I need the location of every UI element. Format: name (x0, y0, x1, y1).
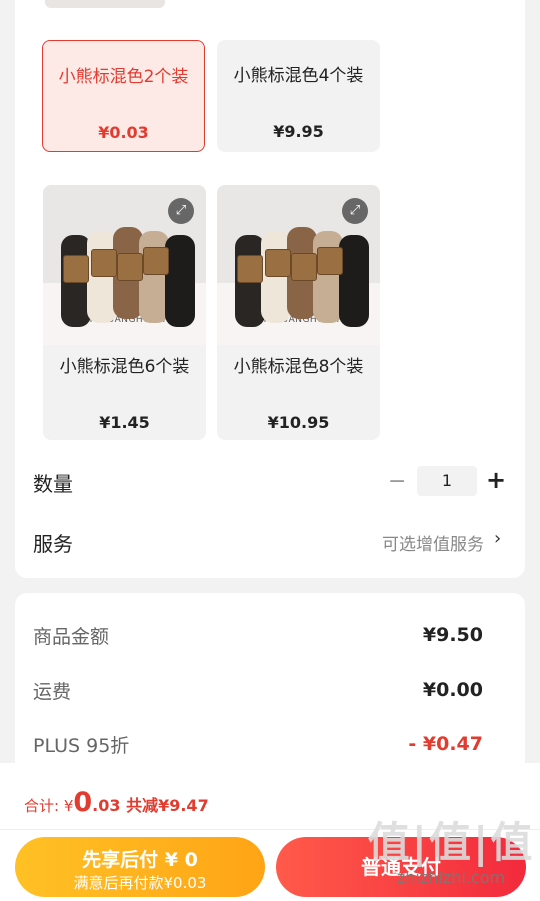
expand-icon[interactable]: ⤢ (342, 198, 368, 224)
quantity-label: 数量 (33, 472, 73, 496)
plus-discount-label: PLUS 95折 (33, 735, 130, 757)
variant-name: 小熊标混色8个装 (233, 357, 364, 377)
pay-now-button[interactable]: 普通支付 (276, 837, 526, 897)
variant-product-image: SHIGUANGHUALI ⤢ (43, 185, 206, 345)
variant-price: ¥9.95 (273, 122, 324, 141)
chevron-right-icon[interactable]: › (494, 528, 501, 549)
service-label: 服务 (33, 532, 73, 556)
product-thumbnail-strip (45, 0, 165, 8)
variant-option-4pack[interactable]: 小熊标混色4个装 ¥9.95 (217, 40, 380, 152)
order-total: 合计: ¥0.03 共减¥9.47 (24, 787, 209, 818)
pay-later-button[interactable]: 先享后付 ¥ 0 满意后再付款¥0.03 (15, 837, 265, 897)
variant-name: 小熊标混色6个装 (59, 357, 190, 377)
goods-amount-label: 商品金额 (33, 626, 110, 648)
goods-amount-value: ¥9.50 (422, 624, 483, 646)
variant-price: ¥1.45 (99, 413, 150, 432)
variant-price: ¥0.03 (98, 123, 149, 142)
quantity-decrement-button[interactable]: − (388, 469, 406, 494)
total-prefix: 合计: ¥ (24, 797, 74, 815)
shipping-value: ¥0.00 (422, 679, 483, 701)
variant-price: ¥10.95 (267, 413, 330, 432)
quantity-input[interactable]: 1 (417, 466, 477, 496)
pay-later-subtitle: 满意后再付款¥0.03 (73, 874, 207, 892)
pay-later-title: 先享后付 ¥ 0 (82, 849, 198, 871)
variant-option-8pack[interactable]: SHIGUANGHUALI ⤢ 小熊标混色8个装 ¥10.95 (217, 185, 380, 440)
variant-option-6pack[interactable]: SHIGUANGHUALI ⤢ 小熊标混色6个装 ¥1.45 (43, 185, 206, 440)
variant-option-2pack[interactable]: 小熊标混色2个装 ¥0.03 (42, 40, 205, 152)
variant-name: 小熊标混色4个装 (233, 66, 364, 86)
variant-name: 小熊标混色2个装 (58, 67, 189, 87)
total-decimal: .03 (92, 796, 121, 815)
plus-discount-value: - ¥0.47 (408, 733, 483, 755)
total-discount: 共减¥9.47 (120, 796, 209, 815)
expand-icon[interactable]: ⤢ (168, 198, 194, 224)
footer-divider (0, 829, 540, 830)
variant-product-image: SHIGUANGHUALI ⤢ (217, 185, 380, 345)
shipping-label: 运费 (33, 681, 72, 703)
quantity-increment-button[interactable]: + (486, 466, 506, 494)
service-hint[interactable]: 可选增值服务 (382, 530, 484, 555)
total-amount: 0 (73, 787, 93, 818)
